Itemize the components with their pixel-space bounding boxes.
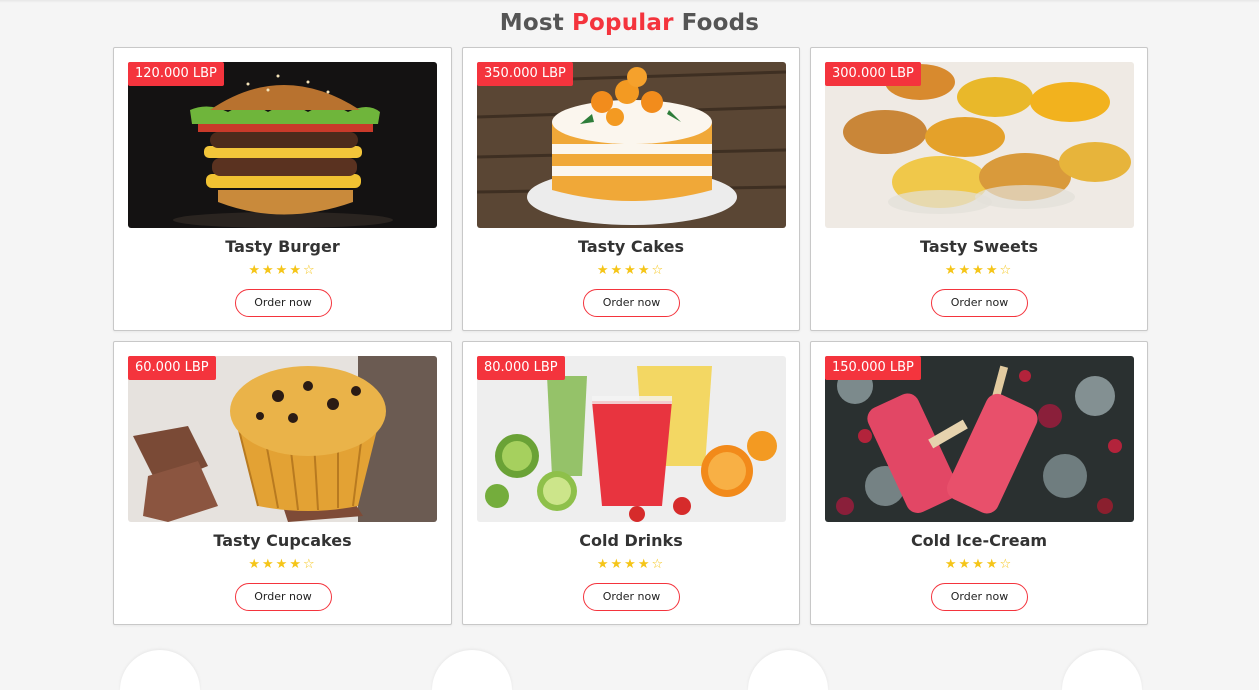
drinks-image	[477, 356, 786, 522]
top-shadow	[0, 0, 1259, 3]
price-badge: 350.000 LBP	[477, 62, 573, 86]
star-rating: ★★★★☆	[114, 263, 451, 278]
food-card: 60.000 LBP Tasty Cupcakes ★★★★☆ Order no…	[113, 341, 452, 625]
star-icon: ★	[610, 263, 625, 278]
star-icon: ★	[624, 557, 638, 572]
title-popular: Popular	[571, 10, 674, 36]
price-badge: 300.000 LBP	[825, 62, 921, 86]
star-rating: ★★★★☆	[463, 263, 799, 278]
order-now-button[interactable]: Order now	[583, 583, 680, 611]
order-now-button[interactable]: Order now	[234, 289, 332, 317]
next-section-circle	[432, 650, 512, 690]
star-outline-icon: ☆	[651, 263, 666, 278]
star-icon: ★	[275, 557, 290, 572]
star-icon: ★	[275, 263, 290, 278]
cupcake-image	[128, 356, 437, 522]
star-icon: ★	[596, 557, 611, 572]
star-icon: ★	[262, 263, 276, 278]
star-icon: ★	[262, 557, 276, 572]
food-title: Cold Ice-Cream	[910, 531, 1048, 550]
star-icon: ★	[958, 263, 973, 278]
star-icon: ★	[985, 263, 1000, 278]
next-section-circle	[748, 650, 828, 690]
order-now-button[interactable]: Order now	[931, 289, 1028, 317]
food-title: Tasty Burger	[225, 237, 340, 256]
price-badge: 150.000 LBP	[825, 356, 921, 380]
star-rating: ★★★★☆	[114, 557, 451, 572]
burger-image	[128, 62, 437, 228]
star-icon: ★	[972, 263, 986, 278]
sweets-image	[825, 62, 1134, 228]
star-rating: ★★★★☆	[811, 263, 1147, 278]
star-outline-icon: ☆	[999, 263, 1014, 278]
star-icon: ★	[248, 557, 263, 572]
star-icon: ★	[637, 263, 652, 278]
price-badge: 120.000 LBP	[128, 62, 224, 86]
order-now-button[interactable]: Order now	[234, 583, 332, 611]
star-icon: ★	[289, 557, 303, 572]
price-badge: 60.000 LBP	[128, 356, 216, 380]
star-icon: ★	[289, 263, 303, 278]
star-icon: ★	[958, 557, 973, 572]
cake-image	[477, 62, 786, 228]
star-icon: ★	[972, 557, 986, 572]
food-grid: 120.000 LBP Tasty Burger ★★★★☆ Order now…	[113, 47, 1148, 625]
food-card: 350.000 LBP Tasty Cakes ★★★★☆ Order now	[462, 47, 800, 331]
star-icon: ★	[944, 557, 959, 572]
food-title: Tasty Cupcakes	[213, 531, 352, 550]
food-title: Cold Drinks	[579, 531, 683, 550]
star-outline-icon: ☆	[302, 557, 317, 572]
star-rating: ★★★★☆	[463, 557, 799, 572]
food-card: 120.000 LBP Tasty Burger ★★★★☆ Order now	[113, 47, 452, 331]
star-icon: ★	[624, 263, 638, 278]
star-icon: ★	[944, 263, 959, 278]
food-title: Tasty Cakes	[578, 237, 684, 256]
star-icon: ★	[985, 557, 1000, 572]
next-section-circle	[120, 650, 200, 690]
star-icon: ★	[596, 263, 611, 278]
title-most: Most	[499, 10, 564, 36]
food-title: Tasty Sweets	[920, 237, 1038, 256]
order-now-button[interactable]: Order now	[931, 583, 1028, 611]
food-card: 150.000 LBP Cold Ice-Cream ★★★★☆ Order n…	[810, 341, 1148, 625]
star-icon: ★	[610, 557, 625, 572]
price-badge: 80.000 LBP	[477, 356, 565, 380]
order-now-button[interactable]: Order now	[583, 289, 680, 317]
icecream-image	[825, 356, 1134, 522]
food-card: 80.000 LBP Cold Drinks ★★★★☆ Order now	[462, 341, 800, 625]
star-outline-icon: ☆	[302, 263, 317, 278]
star-icon: ★	[248, 263, 263, 278]
title-foods: Foods	[681, 10, 760, 36]
section-title: Most Popular Foods	[0, 10, 1259, 36]
star-rating: ★★★★☆	[811, 557, 1147, 572]
star-outline-icon: ☆	[999, 557, 1014, 572]
star-icon: ★	[637, 557, 652, 572]
next-section-circle	[1062, 650, 1142, 690]
food-card: 300.000 LBP Tasty Sweets ★★★★☆ Order now	[810, 47, 1148, 331]
star-outline-icon: ☆	[651, 557, 666, 572]
